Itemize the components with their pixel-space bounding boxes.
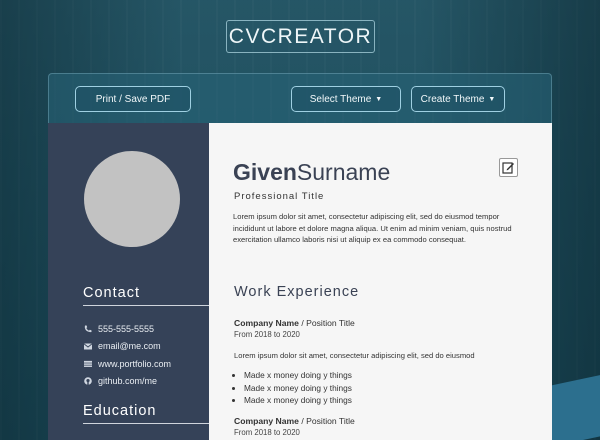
resume-sheet: Contact 555-555-5555 email@me.com www.po… (48, 123, 552, 440)
create-theme-label: Create Theme (420, 93, 485, 105)
summary-text[interactable]: Lorem ipsum dolor sit amet, consectetur … (233, 211, 523, 246)
profile-photo[interactable] (84, 151, 180, 247)
job-bullets: Made x money doing y things Made x money… (234, 369, 534, 407)
contact-item-github[interactable]: github.com/me (84, 373, 171, 391)
job-dates: From 2018 to 2020 (234, 330, 300, 339)
globe-icon (84, 360, 92, 368)
surname: Surname (296, 159, 391, 185)
job-header: Company Name / Position Title (234, 416, 534, 426)
given-name: Given (233, 159, 297, 185)
job-entry[interactable]: Company Name / Position Title From 2018 … (234, 318, 534, 407)
contact-text: 555-555-5555 (98, 323, 155, 334)
full-name[interactable]: GivenSurname (233, 159, 390, 186)
toolbar: Print / Save PDF Select Theme ▼ Create T… (48, 73, 552, 123)
contact-list: 555-555-5555 email@me.com www.portfolio.… (84, 320, 171, 390)
phone-icon (84, 325, 92, 333)
job-dates: From 2018 to 2020 (234, 428, 300, 437)
professional-title[interactable]: Professional Title (234, 191, 324, 202)
contact-item-email[interactable]: email@me.com (84, 338, 171, 356)
company-name: Company Name (234, 416, 299, 426)
contact-text: email@me.com (98, 341, 161, 352)
job-description: Lorem ipsum dolor sit amet, consectetur … (234, 351, 475, 360)
create-theme-dropdown[interactable]: Create Theme ▼ (411, 86, 505, 112)
print-save-pdf-label: Print / Save PDF (95, 93, 171, 105)
contact-text: github.com/me (98, 376, 158, 387)
position-title: / Position Title (298, 318, 355, 328)
github-icon (84, 377, 92, 386)
position-title: / Position Title (298, 416, 355, 426)
contact-text: www.portfolio.com (98, 358, 172, 369)
list-item: Made x money doing y things (244, 369, 534, 382)
resume-sidebar: Contact 555-555-5555 email@me.com www.po… (48, 123, 209, 440)
education-heading: Education (83, 403, 209, 424)
resume-main: GivenSurname Professional Title Lorem ip… (209, 123, 552, 440)
list-item: Made x money doing y things (244, 394, 534, 407)
company-name: Company Name (234, 318, 299, 328)
caret-down-icon: ▼ (488, 95, 496, 103)
caret-down-icon: ▼ (375, 95, 383, 103)
select-theme-label: Select Theme (309, 93, 372, 105)
edit-pencil-icon (502, 162, 514, 174)
list-item: Made x money doing y things (244, 382, 534, 395)
contact-heading: Contact (83, 285, 209, 306)
contact-item-website[interactable]: www.portfolio.com (84, 355, 171, 373)
edit-button[interactable] (499, 158, 518, 177)
envelope-icon (84, 342, 92, 350)
job-entry[interactable]: Company Name / Position Title From 2018 … (234, 416, 534, 437)
select-theme-dropdown[interactable]: Select Theme ▼ (291, 86, 401, 112)
app-logo[interactable]: CVCREATOR (226, 20, 375, 53)
print-save-pdf-button[interactable]: Print / Save PDF (75, 86, 191, 112)
contact-item-phone[interactable]: 555-555-5555 (84, 320, 171, 338)
job-header: Company Name / Position Title (234, 318, 534, 328)
work-experience-heading: Work Experience (234, 284, 360, 300)
